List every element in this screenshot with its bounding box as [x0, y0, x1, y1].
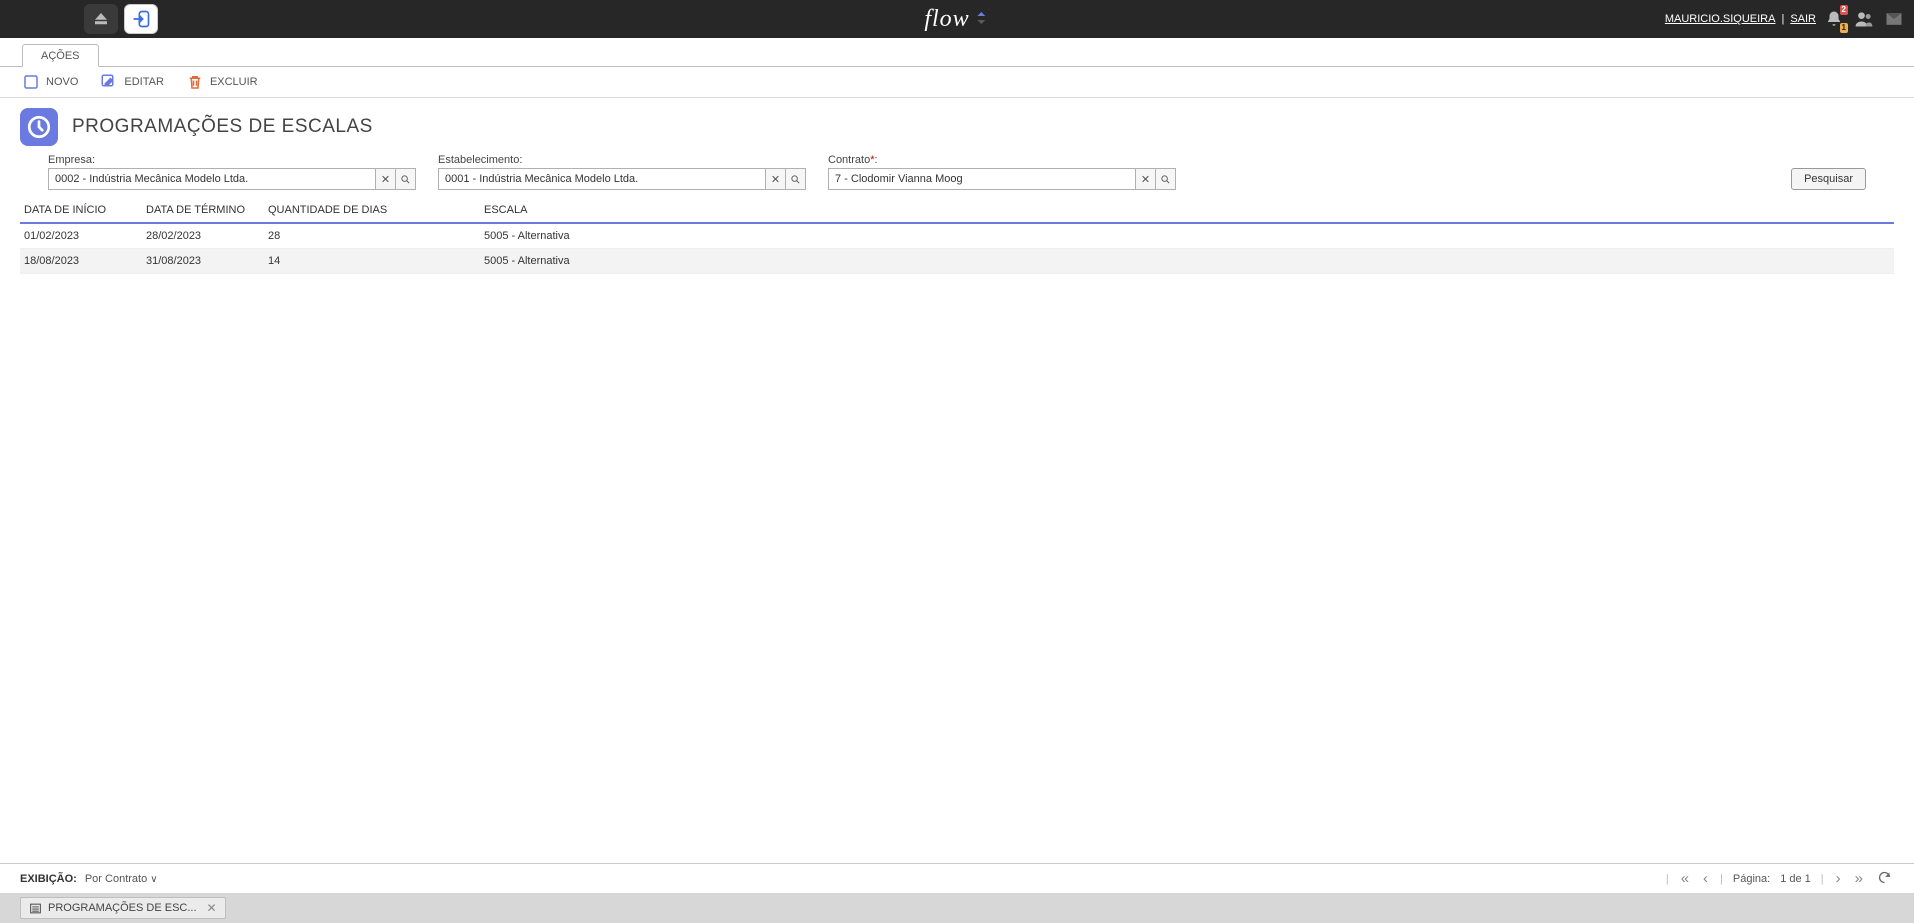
estabelecimento-clear-button[interactable]: ✕ [765, 169, 785, 189]
logout-link[interactable]: SAIR [1790, 13, 1816, 25]
eject-icon [92, 10, 110, 28]
exibicao-dropdown[interactable]: Por Contrato ∨ [85, 873, 158, 885]
refresh-icon [1877, 870, 1892, 885]
notifications-button[interactable]: 2 1 [1822, 7, 1846, 31]
mail-icon [1884, 9, 1904, 29]
page-title: PROGRAMAÇÕES DE ESCALAS [72, 116, 373, 138]
contrato-clear-button[interactable]: ✕ [1135, 169, 1155, 189]
cell-days: 28 [268, 230, 484, 242]
pager-controls: | « ‹ | Página: 1 de 1 | › » [1666, 870, 1894, 888]
app-logo: flow [924, 6, 989, 33]
username-link[interactable]: MAURICIO.SIQUEIRA [1665, 13, 1776, 25]
delete-icon [186, 73, 204, 91]
estabelecimento-label: Estabelecimento: [438, 154, 806, 166]
divider: | [1720, 873, 1723, 885]
empresa-input[interactable] [49, 169, 375, 189]
actions-toolbar: NOVO EDITAR EXCLUIR [0, 67, 1914, 98]
first-page-button[interactable]: « [1679, 871, 1691, 886]
topbar-right: MAURICIO.SIQUEIRA | SAIR 2 1 [1665, 7, 1906, 31]
pesquisar-button[interactable]: Pesquisar [1791, 168, 1866, 190]
mail-button[interactable] [1882, 7, 1906, 31]
page-title-row: PROGRAMAÇÕES DE ESCALAS [0, 98, 1914, 150]
cell-scale: 5005 - Alternativa [484, 230, 1890, 242]
pager-bar: EXIBIÇÃO: Por Contrato ∨ | « ‹ | Página:… [0, 863, 1914, 893]
excluir-button[interactable]: EXCLUIR [186, 73, 258, 91]
cell-start: 18/08/2023 [24, 255, 146, 267]
empresa-lookup: ✕ [48, 168, 416, 190]
notif-badge-yellow: 1 [1840, 23, 1848, 33]
results-grid: DATA DE INÍCIO DATA DE TÉRMINO QUANTIDAD… [20, 198, 1894, 274]
empresa-label: Empresa: [48, 154, 416, 166]
prev-page-button[interactable]: ‹ [1701, 871, 1710, 886]
editar-button[interactable]: EDITAR [100, 73, 164, 91]
novo-label: NOVO [46, 76, 78, 88]
logo-text: flow [924, 6, 969, 33]
filter-bar: Empresa: ✕ Estabelecimento: ✕ Contrato*:… [0, 150, 1914, 198]
divider: | [1666, 873, 1669, 885]
estabelecimento-input[interactable] [439, 169, 765, 189]
contrato-search-button[interactable] [1155, 169, 1175, 189]
bottom-taskbar: PROGRAMAÇÕES DE ESC... ✕ [0, 893, 1914, 923]
divider: | [1821, 873, 1824, 885]
estabelecimento-lookup: ✕ [438, 168, 806, 190]
editar-label: EDITAR [124, 76, 164, 88]
cell-start: 01/02/2023 [24, 230, 146, 242]
separator: | [1781, 13, 1784, 25]
magnifier-icon [1160, 174, 1171, 185]
enter-icon [131, 9, 151, 29]
contrato-label: Contrato*: [828, 154, 1176, 166]
col-header-start[interactable]: DATA DE INÍCIO [24, 204, 146, 216]
topbar-left-controls [84, 4, 158, 34]
clock-icon [26, 114, 52, 140]
open-window-tab[interactable]: PROGRAMAÇÕES DE ESC... ✕ [20, 897, 226, 919]
new-icon [22, 73, 40, 91]
exibicao-label: EXIBIÇÃO: [20, 873, 77, 885]
table-row[interactable]: 18/08/2023 31/08/2023 14 5005 - Alternat… [20, 249, 1894, 274]
empresa-search-button[interactable] [395, 169, 415, 189]
edit-icon [100, 73, 118, 91]
cell-end: 31/08/2023 [146, 255, 268, 267]
magnifier-icon [790, 174, 801, 185]
page-title-icon [20, 108, 58, 146]
estabelecimento-search-button[interactable] [785, 169, 805, 189]
magnifier-icon [400, 174, 411, 185]
page-label: Página: [1733, 873, 1770, 885]
nav-home-button[interactable] [84, 4, 118, 34]
cell-scale: 5005 - Alternativa [484, 255, 1890, 267]
page-info: 1 de 1 [1780, 873, 1811, 885]
cell-days: 14 [268, 255, 484, 267]
contrato-input[interactable] [829, 169, 1135, 189]
refresh-button[interactable] [1875, 870, 1894, 888]
col-header-days[interactable]: QUANTIDADE DE DIAS [268, 204, 484, 216]
users-icon [1854, 9, 1874, 29]
grid-header: DATA DE INÍCIO DATA DE TÉRMINO QUANTIDAD… [20, 198, 1894, 224]
ribbon-tabstrip: AÇÕES [0, 40, 1914, 67]
empresa-clear-button[interactable]: ✕ [375, 169, 395, 189]
chevron-down-icon: ∨ [150, 874, 157, 885]
bottom-tab-label: PROGRAMAÇÕES DE ESC... [48, 902, 197, 914]
users-button[interactable] [1852, 7, 1876, 31]
tab-acoes[interactable]: AÇÕES [22, 44, 99, 67]
col-header-end[interactable]: DATA DE TÉRMINO [146, 204, 268, 216]
excluir-label: EXCLUIR [210, 76, 258, 88]
filter-empresa: Empresa: ✕ [48, 154, 416, 190]
top-header: flow MAURICIO.SIQUEIRA | SAIR 2 1 [0, 0, 1914, 38]
filter-contrato: Contrato*: ✕ [828, 154, 1176, 190]
nav-enter-button[interactable] [124, 4, 158, 34]
next-page-button[interactable]: › [1834, 871, 1843, 886]
table-row[interactable]: 01/02/2023 28/02/2023 28 5005 - Alternat… [20, 224, 1894, 249]
col-header-scale[interactable]: ESCALA [484, 204, 1890, 216]
contrato-lookup: ✕ [828, 168, 1176, 190]
notif-badge-red: 2 [1840, 5, 1848, 15]
close-tab-button[interactable]: ✕ [203, 901, 217, 915]
novo-button[interactable]: NOVO [22, 73, 78, 91]
filter-estabelecimento: Estabelecimento: ✕ [438, 154, 806, 190]
list-icon [29, 902, 42, 915]
logo-arrows-icon [974, 10, 990, 26]
cell-end: 28/02/2023 [146, 230, 268, 242]
last-page-button[interactable]: » [1853, 871, 1865, 886]
